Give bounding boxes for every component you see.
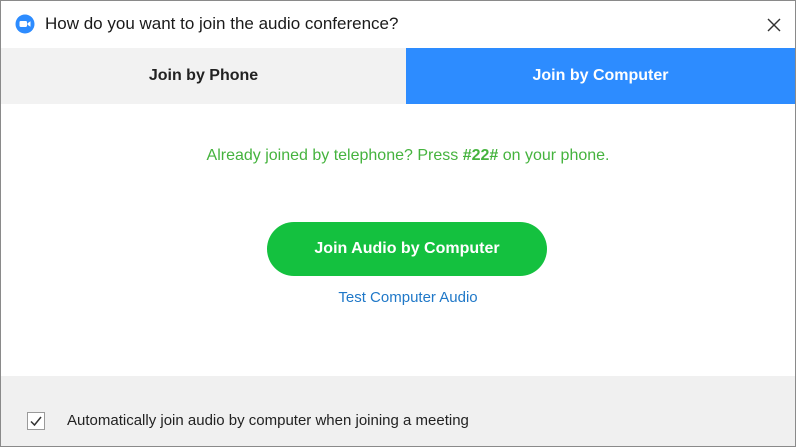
notice-suffix: on your phone. <box>498 147 610 164</box>
title-bar: How do you want to join the audio confer… <box>1 1 795 48</box>
close-button[interactable] <box>759 10 789 40</box>
join-audio-by-computer-button[interactable]: Join Audio by Computer <box>267 222 547 276</box>
test-computer-audio-link[interactable]: Test Computer Audio <box>1 289 795 306</box>
checkmark-icon <box>30 416 42 427</box>
notice-prefix: Already joined by telephone? Press <box>206 147 463 164</box>
telephone-notice: Already joined by telephone? Press #22# … <box>1 147 795 165</box>
audio-join-dialog: How do you want to join the audio confer… <box>0 0 796 447</box>
zoom-logo-icon <box>15 14 35 34</box>
join-by-computer-panel: Already joined by telephone? Press #22# … <box>1 104 795 376</box>
join-method-tabs: Join by Phone Join by Computer <box>1 48 795 104</box>
close-icon <box>767 18 781 32</box>
tab-join-by-phone[interactable]: Join by Phone <box>1 48 406 104</box>
window-title: How do you want to join the audio confer… <box>45 14 399 33</box>
tab-join-by-computer[interactable]: Join by Computer <box>406 48 795 104</box>
auto-join-checkbox[interactable] <box>27 412 45 430</box>
notice-code: #22# <box>462 147 499 164</box>
auto-join-label[interactable]: Automatically join audio by computer whe… <box>67 412 469 429</box>
dialog-footer: Automatically join audio by computer whe… <box>1 376 795 446</box>
